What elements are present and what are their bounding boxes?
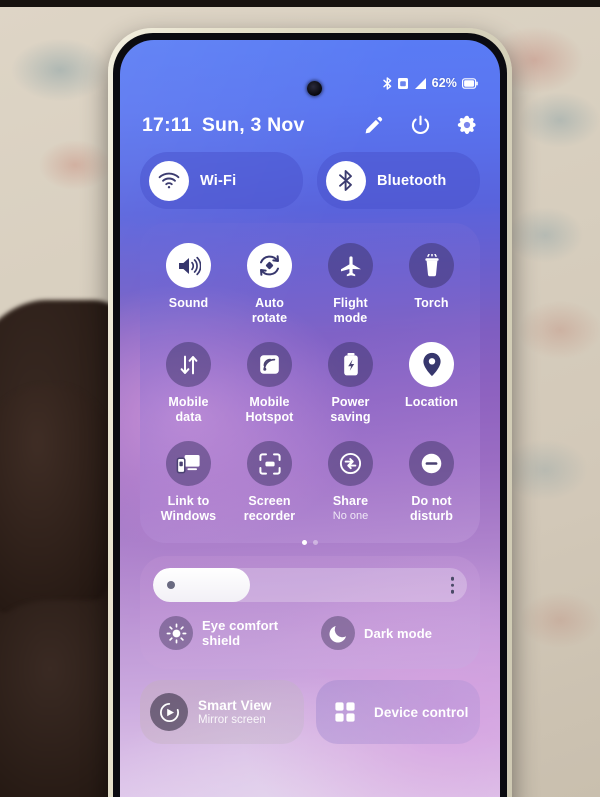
dark-mode-label: Dark mode bbox=[364, 625, 433, 641]
tile-mobile-hotspot[interactable]: Mobile Hotspot bbox=[229, 339, 310, 436]
airplane-icon bbox=[328, 243, 373, 288]
brightness-card: Eye comfort shield Dark mode bbox=[140, 556, 480, 669]
tile-do-not-disturb[interactable]: Do not disturb bbox=[391, 438, 472, 535]
display-mode-row: Eye comfort shield Dark mode bbox=[153, 613, 467, 653]
quick-settings-card: Sound Auto rotate Flight mode Torch Mobi… bbox=[140, 223, 480, 545]
screen-recorder-icon bbox=[247, 441, 292, 486]
tile-flight-mode[interactable]: Flight mode bbox=[310, 240, 391, 337]
tile-label-mobile-data: Mobile data bbox=[168, 395, 209, 424]
photo-scene: 62% 17:11 Sun, 3 Nov Wi-Fi Bluetooth Sou… bbox=[0, 0, 600, 797]
auto-rotate-icon bbox=[247, 243, 292, 288]
hotspot-icon bbox=[247, 342, 292, 387]
wifi-icon bbox=[149, 160, 189, 201]
tile-sound[interactable]: Sound bbox=[148, 240, 229, 337]
bottom-cards-row: Smart View Mirror screen Device control bbox=[140, 680, 480, 744]
sound-icon bbox=[166, 243, 211, 288]
holding-hand-thumb bbox=[0, 385, 120, 615]
eye-comfort-shield-label: Eye comfort shield bbox=[202, 618, 279, 648]
share-sync-icon bbox=[328, 441, 373, 486]
quick-settings-grid: Sound Auto rotate Flight mode Torch Mobi… bbox=[148, 240, 472, 535]
bluetooth-icon bbox=[326, 160, 366, 201]
device-control-card[interactable]: Device control bbox=[316, 680, 480, 744]
tile-label-link-to-windows: Link to Windows bbox=[160, 494, 217, 523]
clock-date: Sun, 3 Nov bbox=[201, 113, 305, 136]
phone-device: 62% 17:11 Sun, 3 Nov Wi-Fi Bluetooth Sou… bbox=[108, 28, 512, 797]
page-indicator-dots bbox=[148, 540, 472, 545]
tile-label-flight-mode: Flight mode bbox=[333, 296, 368, 325]
header-actions bbox=[362, 114, 478, 136]
moon-icon bbox=[321, 616, 355, 650]
tile-label-share: Share bbox=[332, 494, 369, 508]
gear-icon[interactable] bbox=[456, 114, 478, 136]
page-dot-1[interactable] bbox=[302, 540, 307, 545]
tile-label-torch: Torch bbox=[414, 296, 449, 310]
panel-header: 17:11 Sun, 3 Nov bbox=[142, 108, 478, 142]
tile-label-auto-rotate: Auto rotate bbox=[251, 296, 288, 325]
smart-view-text: Smart View Mirror screen bbox=[198, 698, 272, 726]
signal-bars-icon bbox=[414, 77, 427, 90]
smart-view-title: Smart View bbox=[198, 698, 272, 713]
flashlight-icon bbox=[409, 243, 454, 288]
battery-percentage: 62% bbox=[431, 76, 457, 90]
wifi-tile[interactable]: Wi-Fi bbox=[140, 152, 303, 209]
brightness-slider[interactable] bbox=[153, 568, 467, 602]
brightness-slider-handle[interactable] bbox=[167, 581, 175, 589]
sim-card-icon bbox=[397, 77, 409, 90]
bluetooth-icon bbox=[382, 76, 392, 90]
eye-comfort-shield-button[interactable]: Eye comfort shield bbox=[153, 613, 305, 653]
clock-block: 17:11 Sun, 3 Nov bbox=[142, 114, 305, 137]
device-control-title: Device control bbox=[374, 704, 469, 720]
battery-icon bbox=[462, 77, 478, 89]
bluetooth-label: Bluetooth bbox=[377, 172, 447, 189]
more-options-icon[interactable] bbox=[450, 576, 454, 594]
phone-screen: 62% 17:11 Sun, 3 Nov Wi-Fi Bluetooth Sou… bbox=[120, 40, 500, 797]
tile-mobile-data[interactable]: Mobile data bbox=[148, 339, 229, 436]
smart-view-icon bbox=[150, 693, 188, 731]
tile-label-do-not-disturb: Do not disturb bbox=[409, 494, 454, 523]
phone-bezel: 62% 17:11 Sun, 3 Nov Wi-Fi Bluetooth Sou… bbox=[113, 33, 507, 797]
tile-sub-share: No one bbox=[332, 509, 369, 522]
wifi-label: Wi-Fi bbox=[200, 172, 237, 189]
smart-view-card[interactable]: Smart View Mirror screen bbox=[140, 680, 304, 744]
link-to-windows-icon bbox=[166, 441, 211, 486]
tile-label-location: Location bbox=[405, 395, 458, 409]
mobile-data-icon bbox=[166, 342, 211, 387]
tile-label-mobile-hotspot: Mobile Hotspot bbox=[245, 395, 294, 424]
tile-label-screen-recorder: Screen recorder bbox=[243, 494, 296, 523]
tile-label-sound: Sound bbox=[168, 296, 209, 310]
location-pin-icon bbox=[409, 342, 454, 387]
do-not-disturb-icon bbox=[409, 441, 454, 486]
sun-icon bbox=[159, 616, 193, 650]
connectivity-row: Wi-Fi Bluetooth bbox=[140, 152, 480, 209]
device-grid-icon bbox=[326, 693, 364, 731]
dark-mode-button[interactable]: Dark mode bbox=[315, 613, 467, 653]
device-control-text: Device control bbox=[374, 705, 468, 720]
tile-label-power-saving: Power saving bbox=[330, 395, 371, 424]
power-saving-icon bbox=[328, 342, 373, 387]
status-bar: 62% bbox=[382, 76, 478, 90]
bluetooth-tile[interactable]: Bluetooth bbox=[317, 152, 480, 209]
smart-view-subtitle: Mirror screen bbox=[198, 714, 266, 726]
page-dot-2[interactable] bbox=[313, 540, 318, 545]
tile-screen-recorder[interactable]: Screen recorder bbox=[229, 438, 310, 535]
tile-location[interactable]: Location bbox=[391, 339, 472, 436]
tile-link-to-windows[interactable]: Link to Windows bbox=[148, 438, 229, 535]
brightness-slider-fill bbox=[153, 568, 251, 602]
tile-power-saving[interactable]: Power saving bbox=[310, 339, 391, 436]
tile-torch[interactable]: Torch bbox=[391, 240, 472, 337]
tile-auto-rotate[interactable]: Auto rotate bbox=[229, 240, 310, 337]
power-icon[interactable] bbox=[409, 114, 431, 136]
front-camera-punch-hole bbox=[307, 81, 322, 96]
clock-time: 17:11 bbox=[142, 113, 192, 136]
tile-share[interactable]: Share No one bbox=[310, 438, 391, 535]
pencil-icon[interactable] bbox=[362, 114, 384, 136]
